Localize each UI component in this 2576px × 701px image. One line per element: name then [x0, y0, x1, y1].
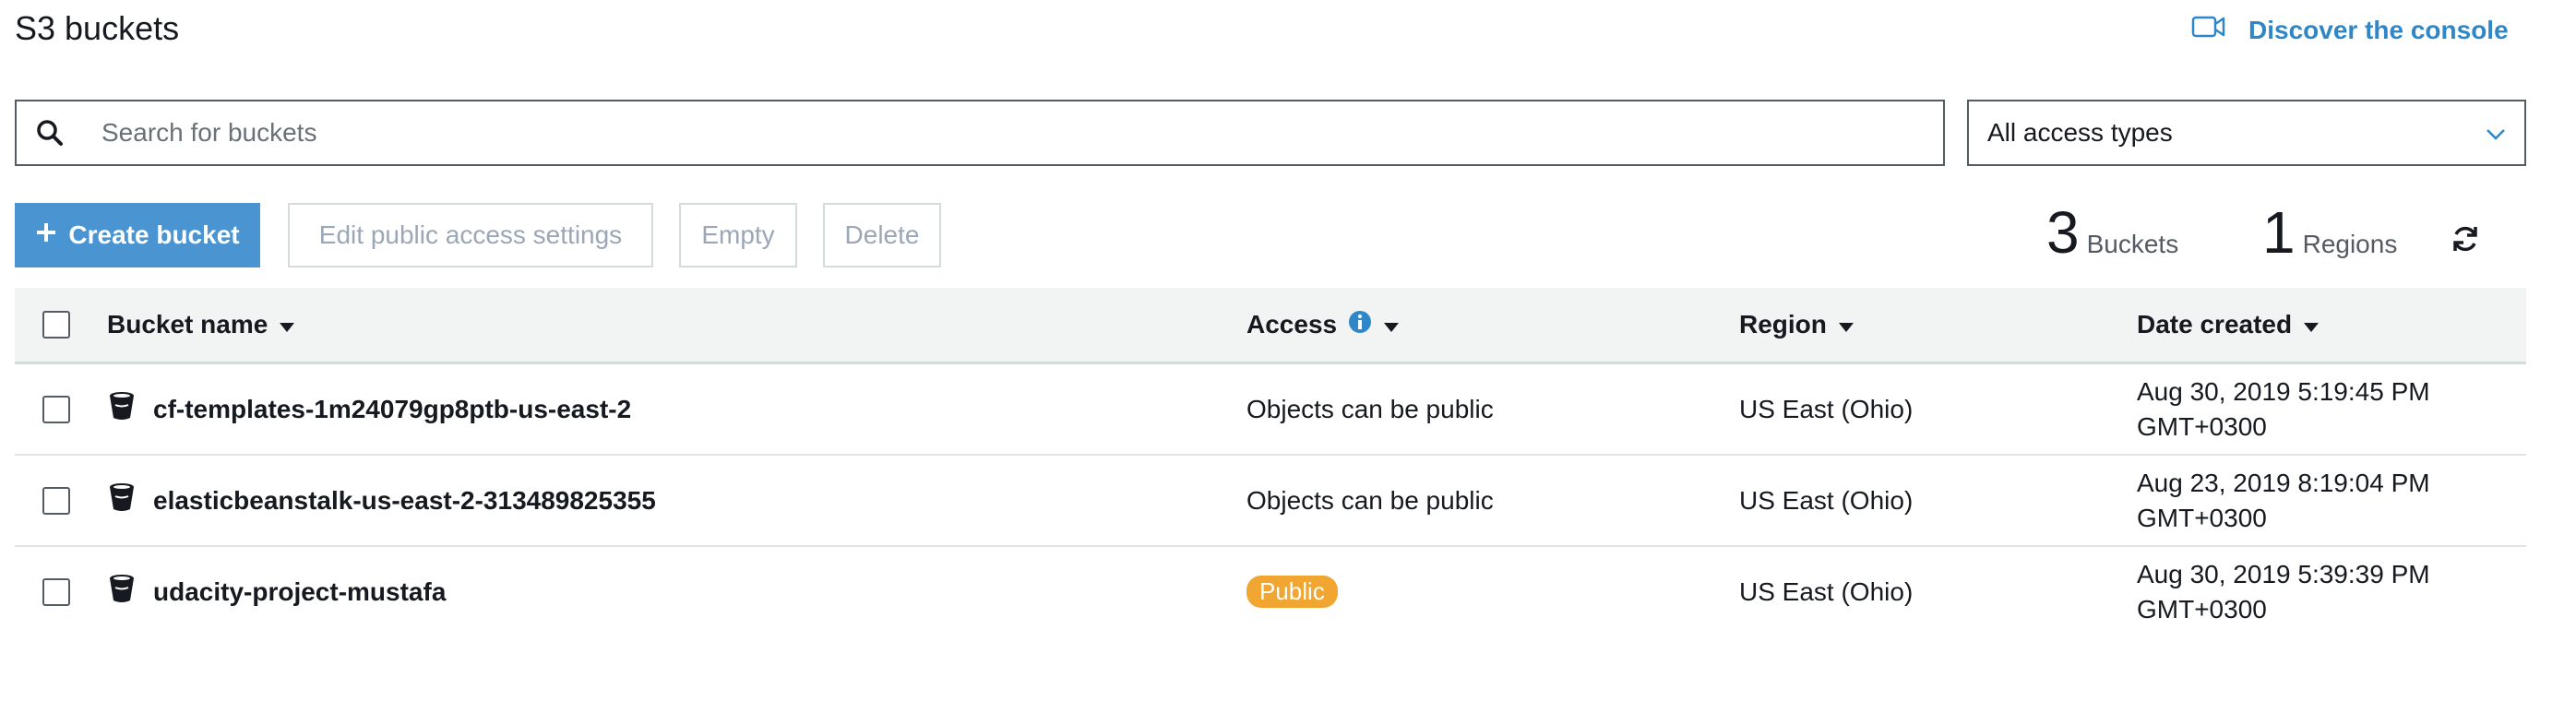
date-created-datetime: Aug 30, 2019 5:19:45 PM	[2137, 376, 2430, 406]
access-cell: Objects can be public	[1246, 394, 1494, 423]
row-select-cell	[42, 547, 70, 636]
edit-public-access-button[interactable]: Edit public access settings	[288, 203, 653, 267]
date-created-cell: Aug 30, 2019 5:19:45 PM GMT+0300	[2137, 364, 2430, 454]
bucket-name: elasticbeanstalk-us-east-2-313489825355	[153, 485, 656, 515]
caret-down-icon	[2303, 310, 2320, 339]
region-cell: US East (Ohio)	[1739, 576, 1914, 606]
plus-icon	[35, 220, 57, 250]
discover-console-label: Discover the console	[2248, 15, 2509, 44]
create-bucket-button[interactable]: Create bucket	[15, 203, 260, 267]
bucket-name: udacity-project-mustafa	[153, 576, 447, 606]
access-cell: Objects can be public	[1246, 485, 1494, 515]
date-created-timezone: GMT+0300	[2137, 594, 2267, 624]
access-type-select[interactable]: All access types	[1967, 100, 2526, 166]
access-cell: Public	[1246, 547, 1338, 636]
public-access-badge: Public	[1246, 576, 1338, 608]
date-created-timezone: GMT+0300	[2137, 411, 2267, 441]
bucket-name: cf-templates-1m24079gp8ptb-us-east-2	[153, 394, 632, 423]
column-header-access[interactable]: Access	[1246, 288, 1400, 362]
row-checkbox[interactable]	[42, 395, 70, 423]
search-input[interactable]	[83, 117, 1943, 149]
bucket-count-label: Buckets	[2086, 230, 2179, 258]
video-icon	[2191, 13, 2226, 47]
caret-down-icon	[1383, 310, 1400, 339]
column-label-date-created: Date created	[2137, 310, 2293, 339]
chevron-down-icon	[2486, 118, 2506, 148]
info-icon[interactable]	[1348, 310, 1372, 340]
buckets-table: Bucket name Access Region Date created c…	[15, 288, 2526, 636]
date-created-datetime: Aug 30, 2019 5:39:39 PM	[2137, 559, 2430, 588]
bucket-icon	[107, 390, 137, 428]
bucket-name-cell[interactable]: elasticbeanstalk-us-east-2-313489825355	[107, 456, 656, 545]
column-label-region: Region	[1739, 310, 1827, 339]
search-icon	[17, 119, 83, 147]
column-header-bucket-name[interactable]: Bucket name	[107, 288, 295, 362]
region-count-label: Regions	[2302, 230, 2398, 258]
date-created-datetime: Aug 23, 2019 8:19:04 PM	[2137, 468, 2430, 497]
table-row[interactable]: udacity-project-mustafa Public US East (…	[15, 547, 2526, 636]
search-box	[15, 100, 1945, 166]
region-count-number: 1	[2262, 199, 2296, 266]
table-row[interactable]: elasticbeanstalk-us-east-2-313489825355 …	[15, 456, 2526, 547]
table-header: Bucket name Access Region Date created	[15, 288, 2526, 364]
discover-console-link[interactable]: Discover the console	[2191, 13, 2509, 47]
select-all-checkbox[interactable]	[42, 311, 70, 339]
region-cell: US East (Ohio)	[1739, 394, 1914, 423]
column-header-date-created[interactable]: Date created	[2137, 288, 2320, 362]
bucket-name-cell[interactable]: cf-templates-1m24079gp8ptb-us-east-2	[107, 364, 631, 454]
bucket-icon	[107, 573, 137, 611]
column-label-bucket-name: Bucket name	[107, 310, 268, 339]
bucket-icon	[107, 481, 137, 519]
bucket-count-number: 3	[2046, 199, 2080, 266]
row-select-cell	[42, 364, 70, 454]
table-row[interactable]: cf-templates-1m24079gp8ptb-us-east-2 Obj…	[15, 364, 2526, 456]
row-checkbox[interactable]	[42, 577, 70, 606]
region-count: 1 Regions	[2262, 203, 2397, 262]
date-created-cell: Aug 30, 2019 5:39:39 PM GMT+0300	[2137, 547, 2430, 636]
date-created-timezone: GMT+0300	[2137, 503, 2267, 532]
column-label-access: Access	[1246, 310, 1338, 339]
refresh-icon[interactable]	[2450, 223, 2481, 259]
empty-button[interactable]: Empty	[679, 203, 797, 267]
caret-down-icon	[279, 310, 295, 339]
create-bucket-label: Create bucket	[68, 220, 240, 249]
delete-button[interactable]: Delete	[823, 203, 941, 267]
row-checkbox[interactable]	[42, 486, 70, 515]
page-title: S3 buckets	[15, 9, 180, 47]
caret-down-icon	[1838, 310, 1854, 339]
select-all-cell	[42, 288, 70, 362]
row-select-cell	[42, 456, 70, 545]
column-header-region[interactable]: Region	[1739, 288, 1854, 362]
date-created-cell: Aug 23, 2019 8:19:04 PM GMT+0300	[2137, 456, 2430, 545]
bucket-count: 3 Buckets	[2046, 203, 2178, 262]
region-cell: US East (Ohio)	[1739, 485, 1914, 515]
bucket-name-cell[interactable]: udacity-project-mustafa	[107, 547, 446, 636]
access-type-selected: All access types	[1987, 118, 2173, 147]
s3-console-page: S3 buckets Discover the console All acce…	[0, 0, 2576, 701]
